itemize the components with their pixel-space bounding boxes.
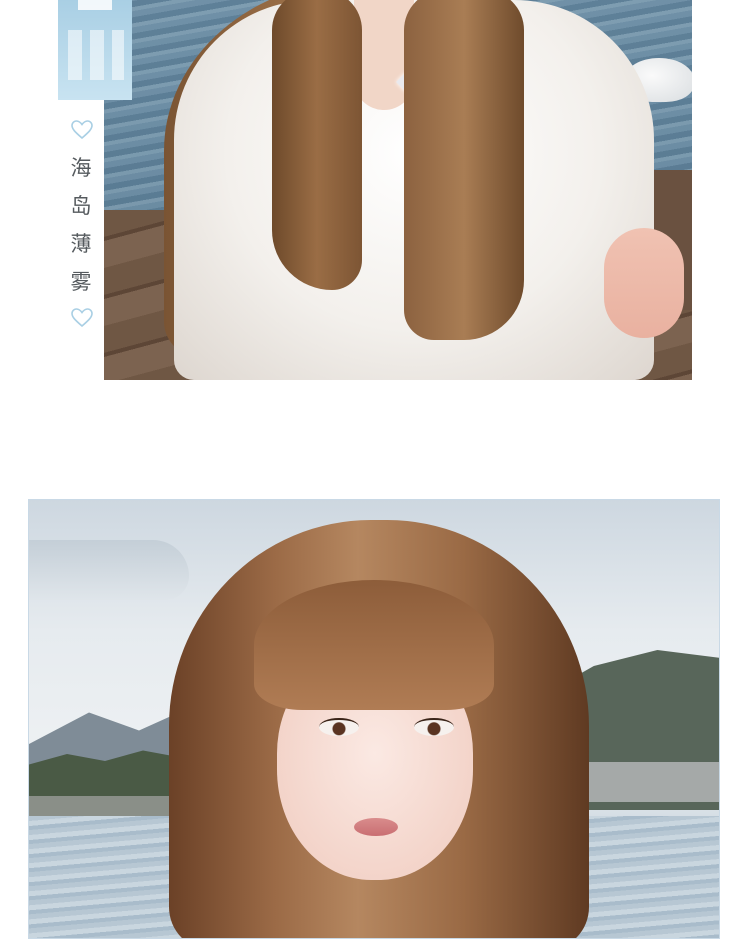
decorative-bars <box>68 30 124 80</box>
eye-right <box>414 718 454 736</box>
hand <box>604 228 684 338</box>
caption-char: 海 <box>70 156 92 180</box>
heart-outline-icon <box>71 308 93 328</box>
caption-char: 岛 <box>70 194 92 218</box>
caption-char: 薄 <box>70 232 92 256</box>
cloud <box>29 540 189 600</box>
photo-top-model-on-boat <box>104 0 692 380</box>
decorative-glyph <box>78 0 112 10</box>
hair-strand-left <box>272 0 362 290</box>
town-right <box>589 762 719 802</box>
heart-outline-icon <box>71 120 93 140</box>
caption-header-block <box>58 0 132 100</box>
eye-left <box>319 718 359 736</box>
caption-char: 雾 <box>70 270 92 294</box>
vertical-caption: 海 岛 薄 雾 <box>58 100 104 340</box>
bangs <box>254 580 494 710</box>
photo-bottom-model-portrait-lakeside <box>28 499 720 939</box>
hair-strand-right <box>404 0 524 340</box>
lips <box>354 818 398 836</box>
